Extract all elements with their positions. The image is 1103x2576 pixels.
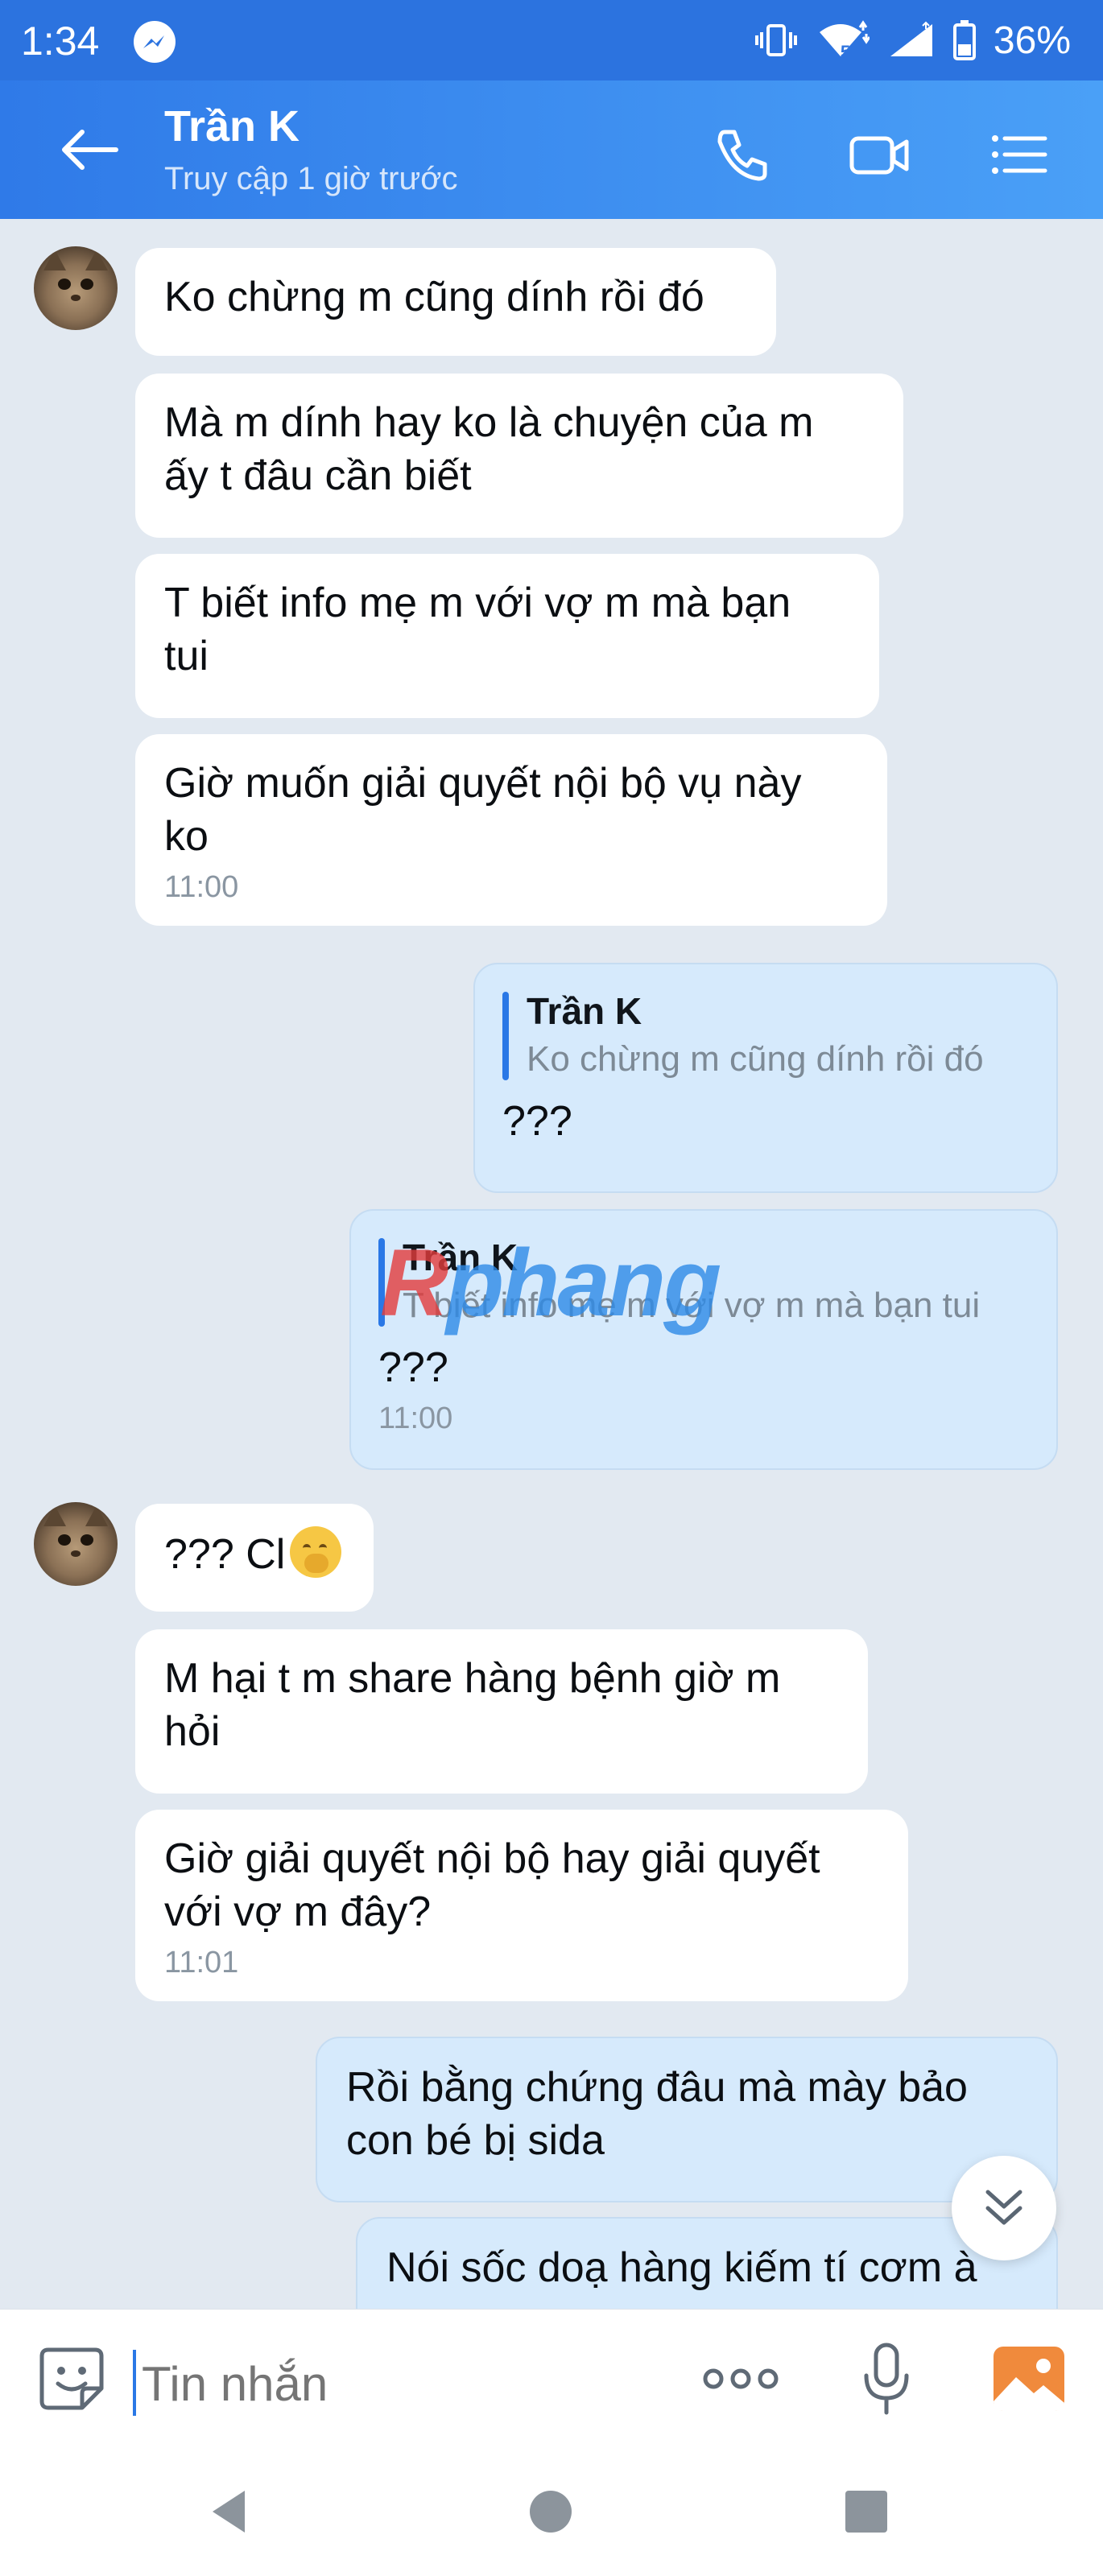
quote-text: Ko chừng m cũng dính rồi đó [527, 1039, 984, 1079]
message-timestamp: 11:00 [378, 1402, 453, 1435]
battery-icon [952, 20, 976, 60]
reply-quote[interactable]: Trần K Ko chừng m cũng dính rồi đó [502, 987, 1029, 1084]
message-bubble[interactable]: M hại t m share hàng bệnh giờ m hỏi [135, 1629, 868, 1794]
message-list[interactable]: Ko chừng m cũng dính rồi đó Mà m dính ha… [0, 219, 1103, 2309]
video-call-icon[interactable] [847, 122, 911, 187]
last-seen-status: Truy cập 1 giờ trước [164, 161, 458, 196]
contact-avatar[interactable] [34, 1502, 118, 1586]
nav-home-icon[interactable] [525, 2486, 576, 2537]
message-bubble[interactable]: Nói sốc doạ hàng kiếm tí cơm à [356, 2217, 1058, 2309]
message-text: ??? [502, 1098, 572, 1145]
message-text: Giờ giải quyết nội bộ hay giải quyết với… [164, 1835, 820, 1935]
vibrate-icon [754, 24, 797, 56]
contact-avatar[interactable] [34, 246, 118, 330]
message-bubble[interactable]: T biết info mẹ m với vợ m mà bạn tui [135, 554, 879, 718]
message-text: M hại t m share hàng bệnh giờ m hỏi [164, 1655, 781, 1755]
quote-bar [502, 992, 509, 1080]
chat-header: Trần K Truy cập 1 giờ trước [0, 80, 1103, 219]
message-text: ??? [378, 1344, 448, 1391]
message-bubble[interactable]: Ko chừng m cũng dính rồi đó [135, 248, 776, 356]
message-bubble[interactable]: Mà m dính hay ko là chuyện của m ấy t đâ… [135, 374, 903, 538]
nav-back-icon[interactable] [203, 2486, 254, 2537]
microphone-icon[interactable] [858, 2342, 915, 2416]
status-time: 1:34 [21, 19, 100, 64]
contact-name[interactable]: Trần K [164, 101, 300, 151]
message-text: Rồi bằng chứng đâu mà mày bảo con bé bị … [346, 2064, 968, 2164]
signal-icon [890, 21, 932, 56]
message-timestamp: 11:01 [164, 1946, 239, 1979]
scroll-to-bottom-button[interactable] [952, 2156, 1056, 2260]
message-text: Nói sốc doạ hàng kiếm tí cơm à [386, 2244, 977, 2291]
network-label: 5 [840, 42, 851, 62]
message-bubble-reply[interactable]: Trần K Ko chừng m cũng dính rồi đó ??? [473, 963, 1058, 1193]
message-bubble[interactable]: Giờ muốn giải quyết nội bộ vụ này ko 11:… [135, 734, 887, 926]
back-arrow-icon[interactable] [56, 126, 121, 174]
nav-recents-icon[interactable] [841, 2486, 892, 2537]
system-navigation-bar [0, 2447, 1103, 2576]
watermark-logo: Rphang [380, 1230, 721, 1336]
message-text: Mà m dính hay ko là chuyện của m ấy t đâ… [164, 399, 814, 499]
menu-list-icon[interactable] [987, 122, 1051, 187]
quote-author: Trần K [527, 990, 642, 1032]
message-text: Ko chừng m cũng dính rồi đó [164, 274, 704, 320]
message-text: T biết info mẹ m với vợ m mà bạn tui [164, 580, 791, 679]
wifi-icon: 5 [816, 19, 871, 62]
text-cursor [133, 2350, 136, 2416]
message-timestamp: 11:00 [164, 870, 239, 904]
thinking-face-emoji [290, 1526, 342, 1578]
message-text: ??? Cl [164, 1531, 286, 1578]
messenger-icon [134, 21, 176, 63]
message-bubble[interactable]: ??? Cl [135, 1504, 374, 1612]
double-chevron-down-icon [985, 2190, 1022, 2225]
battery-percentage: 36% [993, 19, 1071, 62]
message-input-bar [0, 2309, 1103, 2447]
phone-icon[interactable] [708, 122, 773, 187]
message-text: Giờ muốn giải quyết nội bộ vụ này ko [164, 760, 802, 860]
message-bubble[interactable]: Rồi bằng chứng đâu mà mày bảo con bé bị … [316, 2037, 1058, 2202]
more-options-icon[interactable] [700, 2363, 781, 2395]
status-bar: 1:34 5 36% [0, 0, 1103, 80]
message-input[interactable] [142, 2356, 625, 2412]
gallery-icon[interactable] [992, 2345, 1066, 2413]
sticker-icon[interactable] [37, 2343, 106, 2413]
message-bubble[interactable]: Giờ giải quyết nội bộ hay giải quyết với… [135, 1810, 908, 2001]
